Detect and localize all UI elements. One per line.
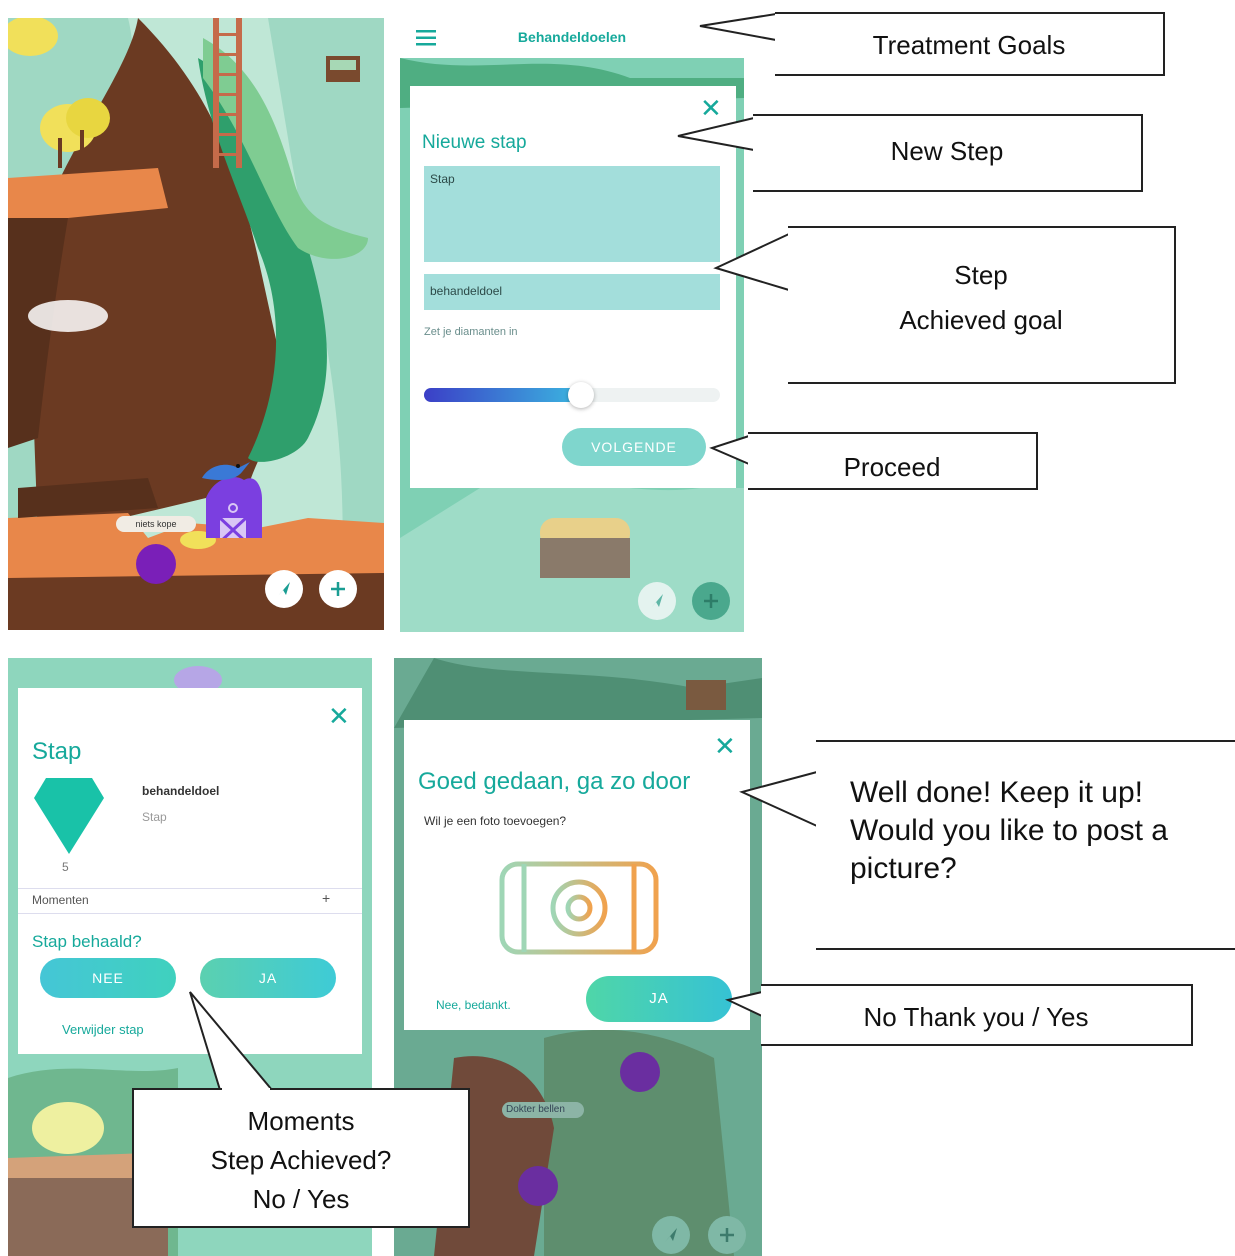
menu-icon[interactable]: [416, 29, 438, 47]
forest-illustration: [8, 18, 384, 630]
callout-moments-top-border-left: [132, 1088, 222, 1090]
callout-text-3: No / Yes: [252, 1184, 350, 1214]
close-icon[interactable]: ✕: [700, 96, 722, 122]
header-title: Behandeldoelen: [517, 29, 627, 45]
screen-game-map: niets kope: [8, 18, 384, 630]
diamonds-label: Zet je diamanten in: [424, 326, 518, 338]
callout-text-2: Would you like to post a: [850, 814, 1168, 847]
callout-moments-top-border-right: [270, 1088, 470, 1090]
plus-icon: [331, 582, 345, 596]
add-button[interactable]: [319, 570, 357, 608]
diamond-count: 5: [62, 860, 69, 874]
well-done-card: ✕ Goed gedaan, ga zo door Wil je een fot…: [404, 720, 750, 1030]
callout-proceed: Proceed: [748, 432, 1038, 490]
callout-well-done: Well done! Keep it up! Would you like to…: [816, 740, 1235, 950]
diamond-slider-thumb[interactable]: [568, 382, 594, 408]
step-node[interactable]: [136, 544, 176, 584]
add-button[interactable]: [692, 582, 730, 620]
bg-step-label: Dokter bellen: [506, 1104, 565, 1115]
diamond-icon: [34, 778, 104, 854]
screen-new-step: Behandeldoelen ✕ Nieuwe stap Stap behand…: [400, 18, 744, 632]
new-step-card: ✕ Nieuwe stap Stap behandeldoel Zet je d…: [410, 86, 736, 488]
close-icon[interactable]: ✕: [328, 704, 350, 730]
yes-button[interactable]: JA: [586, 976, 732, 1022]
card-title: Stap: [32, 738, 82, 765]
card-title: Nieuwe stap: [422, 132, 527, 153]
callout-text-2: Step Achieved?: [210, 1145, 392, 1175]
plus-icon: [720, 1228, 734, 1242]
callout-text: Treatment Goals: [872, 30, 1066, 60]
achieved-question: Stap behaald?: [32, 932, 142, 951]
callout-moments: Moments Step Achieved? No / Yes: [132, 1088, 470, 1228]
goal-input[interactable]: behandeldoel: [424, 274, 720, 310]
node-label[interactable]: niets kope: [116, 516, 196, 532]
navigate-icon: [665, 1228, 677, 1242]
callout-step-achieved: Step Achieved goal: [788, 226, 1176, 384]
bird-icon: [202, 462, 250, 480]
callout-text-3: picture?: [850, 852, 957, 885]
card-title: Goed gedaan, ga zo door: [418, 768, 691, 795]
callout-text-1: Well done! Keep it up!: [850, 776, 1143, 809]
no-button[interactable]: NEE: [40, 958, 176, 998]
step-detail-card: ✕ Stap 5 behandeldoel Stap Momenten + St…: [18, 688, 362, 1054]
callout-treatment-goals: Treatment Goals: [775, 12, 1165, 76]
add-button[interactable]: [708, 1216, 746, 1254]
callout-text-1: Step: [954, 260, 1008, 290]
photo-question: Wil je een foto toevoegen?: [424, 814, 567, 828]
step-input[interactable]: Stap: [424, 166, 720, 262]
navigate-button[interactable]: [638, 582, 676, 620]
callout-text: Proceed: [843, 452, 941, 482]
callout-text-1: Moments: [247, 1106, 355, 1136]
plus-icon: [704, 594, 718, 608]
navigate-button[interactable]: [652, 1216, 690, 1254]
camera-icon[interactable]: [494, 856, 664, 960]
moments-label: Momenten: [32, 893, 89, 907]
step-name: Stap: [142, 810, 167, 824]
navigate-icon: [651, 594, 663, 608]
no-thanks-link[interactable]: Nee, bedankt.: [436, 998, 511, 1012]
next-button[interactable]: VOLGENDE: [562, 428, 706, 466]
callout-no-thank-yes: No Thank you / Yes: [761, 984, 1193, 1046]
navigate-button[interactable]: [265, 570, 303, 608]
navigate-icon: [278, 582, 290, 596]
yes-button[interactable]: JA: [200, 958, 336, 998]
moments-add-icon[interactable]: +: [322, 890, 330, 906]
close-icon[interactable]: ✕: [714, 734, 736, 760]
callout-new-step: New Step: [753, 114, 1143, 192]
callout-text-2: Achieved goal: [899, 305, 1063, 335]
diamond-slider-fill: [424, 388, 581, 402]
callout-text: New Step: [890, 136, 1004, 166]
goal-name: behandeldoel: [142, 784, 220, 798]
callout-text: No Thank you / Yes: [863, 1002, 1089, 1032]
delete-step-link[interactable]: Verwijder stap: [62, 1022, 144, 1037]
